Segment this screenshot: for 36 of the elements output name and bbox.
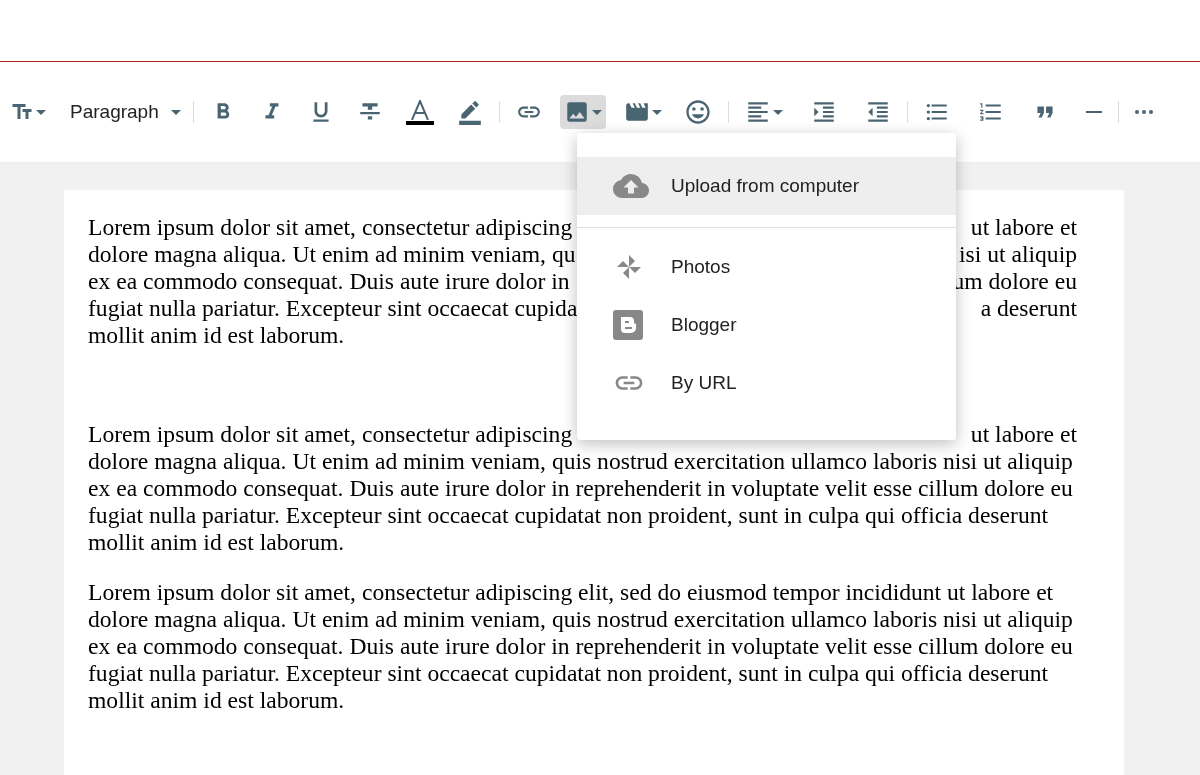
caret-icon <box>170 109 181 115</box>
caret-icon <box>591 109 602 115</box>
text-line: Lorem ipsum dolor sit amet, consectetur adipiscing <box>88 421 573 448</box>
paragraph-style-dropdown[interactable]: Paragraph <box>70 97 181 127</box>
text-line: ex ea commodo consequat. Duis aute irure dolor in reprehenderit in voluptate velit esse cillum dolore eu <box>88 633 1073 660</box>
menu-item[interactable]: Blogger <box>577 296 956 354</box>
text-line: a deserunt <box>980 295 1077 322</box>
text-line: isi ut aliquip <box>959 241 1077 268</box>
text-line: mollit anim id est laborum. <box>88 687 345 714</box>
text-line: Lorem ipsum dolor sit amet, consectetur adipiscing <box>88 214 573 241</box>
caret-icon <box>651 109 662 115</box>
text-line: dolore magna aliqua. Ut enim ad minim veniam, qu <box>88 241 576 268</box>
minus-icon <box>1085 111 1102 113</box>
menu-item[interactable]: Photos <box>577 238 956 296</box>
text-line: mollit anim id est laborum. <box>88 322 345 349</box>
text-line: dolore magna aliqua. Ut enim ad minim veniam, quis nostrud exercitation ullamco laboris nisi ut aliquip <box>88 448 1073 475</box>
text-line: ex ea commodo consequat. Duis aute irure dolor in reprehenderit in voluptate velit esse cillum dolore eu <box>88 475 1073 502</box>
more-icon <box>1134 110 1153 114</box>
text-color-icon <box>405 99 434 125</box>
text-line: Lorem ipsum dolor sit amet, consectetur adipiscing elit, sed do eiusmod tempor incididunt ut labore et <box>88 579 1054 606</box>
caret-icon <box>772 109 783 115</box>
smiley-icon <box>683 98 712 126</box>
text-line: mollit anim id est laborum. <box>88 529 345 556</box>
text-line: ex ea commodo consequat. Duis aute irure dolor in <box>88 268 570 295</box>
marker-icon <box>456 99 483 125</box>
text-line: fugiat nulla pariatur. Excepteur sint occaecat cupida <box>88 295 578 322</box>
menu-item[interactable]: Upload from computer <box>577 157 956 215</box>
caret-icon <box>36 109 46 115</box>
menu-item[interactable]: By URL <box>577 354 956 412</box>
letter-b-tile-icon <box>613 310 643 340</box>
text-line: fugiat nulla pariatur. Excepteur sint occaecat cupidatat non proident, sunt in culpa qui officia deserunt <box>88 502 1049 529</box>
text-line: fugiat nulla pariatur. Excepteur sint occaecat cupidatat non proident, sunt in culpa qui officia deserunt <box>88 660 1049 687</box>
insert-image-button[interactable] <box>559 95 606 129</box>
text-line: ut labore et <box>970 421 1077 448</box>
text-line: ut labore et <box>970 214 1077 241</box>
text-line: dolore magna aliqua. Ut enim ad minim veniam, quis nostrud exercitation ullamco laboris nisi ut aliquip <box>88 606 1073 633</box>
